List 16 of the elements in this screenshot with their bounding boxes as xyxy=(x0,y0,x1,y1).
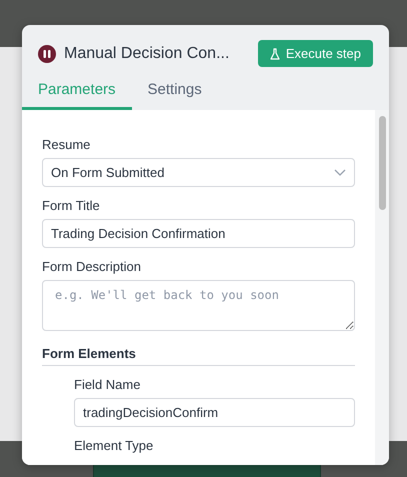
pause-icon xyxy=(38,44,56,62)
field-label: Resume xyxy=(42,137,92,152)
field-label: Form Title xyxy=(42,198,101,213)
field-label: Field Name xyxy=(74,377,142,392)
field-label: Element Type xyxy=(74,438,154,453)
scrollbar[interactable] xyxy=(375,110,389,465)
flask-icon xyxy=(270,48,280,60)
chevron-down-icon xyxy=(334,169,346,176)
dialog-title: Manual Decision Con... xyxy=(64,44,230,62)
input-field[interactable]: Trading Decision Confirmation xyxy=(42,219,355,248)
field-label: Form Description xyxy=(42,259,142,274)
description-field[interactable]: e.g. We'll get back to you soon xyxy=(42,280,355,331)
section-heading: Form Elements xyxy=(42,346,355,366)
input-field[interactable]: tradingDecisionConfirm xyxy=(74,398,355,427)
tab[interactable]: Settings xyxy=(132,79,218,110)
resume-dropdown[interactable]: On Form Submitted xyxy=(42,158,355,187)
